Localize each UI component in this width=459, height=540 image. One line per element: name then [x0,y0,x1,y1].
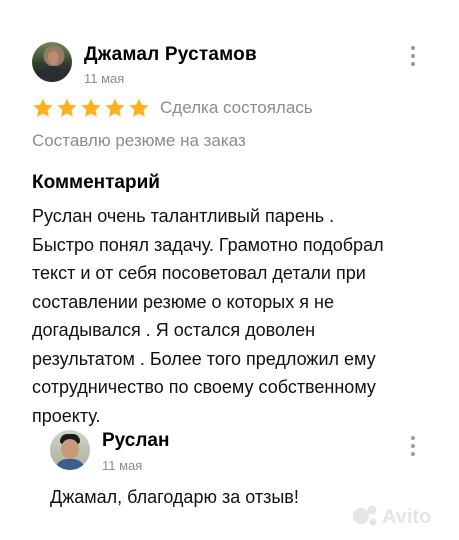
review-date: 11 мая [84,71,125,86]
more-vertical-icon[interactable] [410,436,416,458]
star-icon [105,98,125,117]
star-icon [33,98,53,117]
avito-logo: Avito [353,505,431,528]
review-header: Джамал Рустамов 11 мая [32,42,432,88]
comment-heading: Комментарий [32,172,160,193]
star-icon [57,98,77,117]
watermark-text: Avito [382,506,431,528]
star-icon [129,98,149,117]
comment-text: Руслан очень талантливый парень . Быстро… [32,206,384,426]
replier-name[interactable]: Руслан [102,430,169,452]
service-title[interactable]: Составлю резюме на заказ [32,131,246,151]
reviewer-avatar[interactable] [32,42,72,82]
reviewer-name[interactable]: Джамал Рустамов [84,44,257,66]
more-vertical-icon[interactable] [410,46,416,68]
star-icon [81,98,101,117]
rating-row: Сделка состоялась [32,96,313,120]
deal-status: Сделка состоялась [160,98,313,117]
reply-text: Джамал, благодарю за отзыв! [50,487,299,507]
star-rating [32,97,152,119]
reply-date: 11 мая [102,458,143,473]
reply-header: Руслан 11 мая [50,428,430,474]
replier-avatar[interactable] [50,430,90,470]
